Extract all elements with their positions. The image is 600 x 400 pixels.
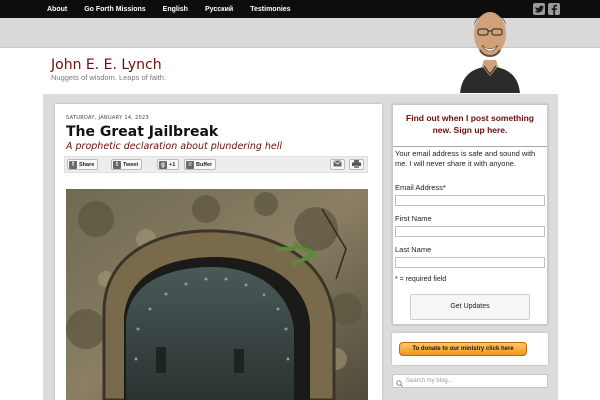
twitter-share-icon: t <box>113 160 121 169</box>
twitter-icon[interactable] <box>533 3 545 15</box>
post-title[interactable]: The Great Jailbreak <box>66 124 218 140</box>
share-button-label: Share <box>79 161 95 168</box>
plusone-button-label: +1 <box>169 161 176 168</box>
required-field-note: * = required field <box>395 276 447 283</box>
site-tagline: Nuggets of wisdom. Leaps of faith. <box>51 73 167 82</box>
buffer-icon: ≡ <box>186 160 194 169</box>
nav-item-go-forth-missions[interactable]: Go Forth Missions <box>84 6 145 13</box>
buffer-button[interactable]: ≡ Buffer <box>184 159 217 170</box>
post-date: SATURDAY, JANUARY 14, 2023 <box>66 115 150 121</box>
buffer-button-label: Buffer <box>196 161 213 168</box>
author-photo <box>458 0 522 93</box>
email-icon <box>333 160 342 169</box>
nav-item-about[interactable]: About <box>47 6 67 13</box>
post-subtitle: A prophetic declaration about plundering… <box>66 141 283 152</box>
tweet-button[interactable]: t Tweet <box>111 159 143 170</box>
first-name-field[interactable] <box>395 226 545 237</box>
email-post-button[interactable] <box>330 159 345 170</box>
print-post-button[interactable] <box>349 159 364 170</box>
search-icon <box>396 372 403 391</box>
facebook-icon[interactable] <box>548 3 560 15</box>
plusone-button[interactable]: g +1 <box>157 159 180 170</box>
signup-privacy-note: Your email address is safe and sound wit… <box>395 149 536 168</box>
facebook-share-icon: f <box>69 160 77 169</box>
print-icon <box>352 159 361 170</box>
nav-item-russian[interactable]: Русский <box>205 6 233 13</box>
top-nav-links: About Go Forth Missions English Русский … <box>47 0 308 18</box>
site-title[interactable]: John E. E. Lynch <box>51 57 162 73</box>
post-image <box>66 189 368 400</box>
search-placeholder: Search my blog... <box>406 378 453 384</box>
share-button[interactable]: f Share <box>67 159 99 170</box>
search-input[interactable]: Search my blog... <box>392 374 548 388</box>
google-plus-icon: g <box>159 160 167 169</box>
get-updates-button[interactable]: Get Updates <box>410 294 530 320</box>
email-field[interactable] <box>395 195 545 206</box>
signup-divider <box>393 146 547 147</box>
last-name-field[interactable] <box>395 257 545 268</box>
email-label: Email Address* <box>395 183 446 192</box>
nav-item-testimonies[interactable]: Testimonies <box>250 6 290 13</box>
tweet-button-label: Tweet <box>123 161 139 168</box>
first-name-label: First Name <box>395 214 432 223</box>
donate-button[interactable]: To donate to our ministry click here <box>399 342 527 356</box>
signup-title: Find out when I post something new. Sign… <box>406 113 534 135</box>
last-name-label: Last Name <box>395 245 432 254</box>
nav-item-english[interactable]: English <box>163 6 188 13</box>
